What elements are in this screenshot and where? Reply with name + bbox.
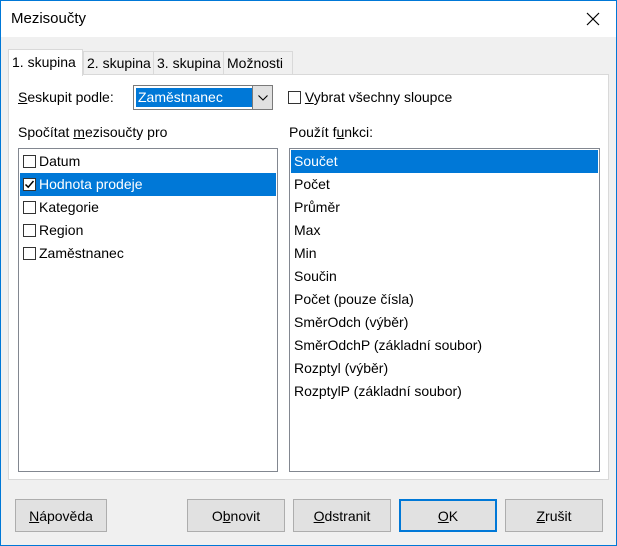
close-button[interactable] (570, 1, 616, 37)
tab-label: 1. skupina (12, 54, 76, 70)
list-item[interactable]: Hodnota prodeje (20, 173, 276, 196)
subtotals-dialog: Mezisoučty 1. skupina 2. skupina 3. skup… (0, 0, 617, 546)
checkbox-box[interactable] (23, 247, 36, 260)
list-item[interactable]: Kategorie (20, 196, 276, 219)
checkbox-box[interactable] (23, 201, 36, 214)
tab-label: 3. skupina (157, 55, 221, 71)
checkbox-box[interactable] (23, 178, 36, 191)
delete-button[interactable]: Odstranit (293, 499, 391, 532)
tab-group-3[interactable]: 3. skupina (153, 51, 224, 75)
help-button[interactable]: Nápověda (15, 499, 107, 532)
list-item[interactable]: Počet (291, 173, 598, 196)
group-by-label: Seskupit podle: (18, 89, 114, 105)
reset-button-label: Obnovit (211, 507, 261, 524)
use-function-label: Použít funkci: (289, 124, 374, 140)
title-bar: Mezisoučty (1, 1, 616, 37)
checkbox-box[interactable] (23, 155, 36, 168)
tab-label: Možnosti (227, 55, 284, 71)
tab-label: 2. skupina (87, 55, 151, 71)
list-item[interactable]: Datum (20, 150, 276, 173)
tab-panel: Seskupit podle: Zaměstnanec Vybrat všech… (8, 74, 609, 480)
list-item[interactable]: Součet (291, 150, 598, 173)
list-item[interactable]: Počet (pouze čísla) (291, 288, 598, 311)
group-by-dropdown[interactable]: Zaměstnanec (133, 85, 273, 110)
list-item[interactable]: Součin (291, 265, 598, 288)
list-item[interactable]: Průměr (291, 196, 598, 219)
select-all-label: Vybrat všechny sloupce (304, 89, 453, 105)
subtotals-for-label: Spočítat mezisoučty pro (18, 124, 168, 140)
list-item[interactable]: Rozptyl (výběr) (291, 357, 598, 380)
tab-group-2[interactable]: 2. skupina (83, 51, 154, 75)
list-item[interactable]: RozptylP (základní soubor) (291, 380, 598, 403)
chevron-down-icon (257, 94, 268, 101)
cancel-button[interactable]: Zrušit (505, 499, 603, 532)
dropdown-button[interactable] (252, 86, 272, 109)
list-item[interactable]: SměrOdchP (základní soubor) (291, 334, 598, 357)
list-item[interactable]: Max (291, 219, 598, 242)
list-item[interactable]: SměrOdch (výběr) (291, 311, 598, 334)
tab-options[interactable]: Možnosti (223, 51, 293, 75)
close-icon (586, 12, 600, 26)
list-item[interactable]: Region (20, 219, 276, 242)
help-button-label: Nápověda (29, 507, 93, 524)
tab-group-1[interactable]: 1. skupina (8, 49, 83, 76)
checkmark-icon (24, 180, 35, 189)
delete-button-label: Odstranit (313, 507, 371, 524)
group-by-selected-value: Zaměstnanec (136, 88, 253, 107)
checkbox-box[interactable] (23, 224, 36, 237)
select-all-columns-checkbox[interactable]: Vybrat všechny sloupce (288, 89, 452, 105)
ok-button-label: OK (437, 507, 459, 524)
reset-button[interactable]: Obnovit (187, 499, 285, 532)
list-item[interactable]: Zaměstnanec (20, 242, 276, 265)
checkbox-box[interactable] (288, 91, 301, 104)
ok-button[interactable]: OK (399, 499, 497, 532)
window-title: Mezisoučty (11, 10, 87, 27)
functions-list[interactable]: Součet Počet Průměr Max Min Součin Počet… (289, 148, 600, 472)
cancel-button-label: Zrušit (536, 507, 572, 524)
list-item[interactable]: Min (291, 242, 598, 265)
subtotal-columns-list[interactable]: Datum Hodnota prodeje Kategorie Region Z… (18, 148, 278, 472)
